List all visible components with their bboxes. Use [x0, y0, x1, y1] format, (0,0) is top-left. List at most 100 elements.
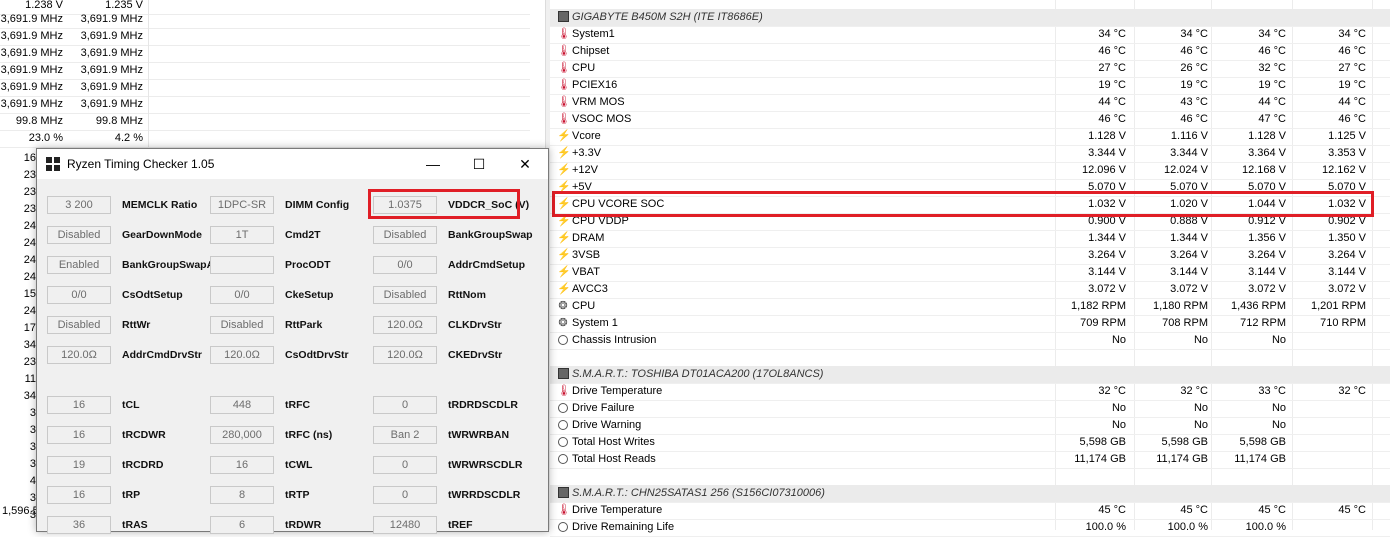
sensor-row[interactable]: ⚡ AVCC3 3.072 V 3.072 V 3.072 V 3.072 V — [550, 281, 1390, 299]
sensor-row[interactable]: 🌡 System1 34 °C 34 °C 34 °C 34 °C — [550, 26, 1390, 44]
sensor-row[interactable]: 🌡 Drive Temperature 32 °C 32 °C 33 °C 32 °C — [550, 383, 1390, 401]
sensor-current-value: 19 °C — [1098, 79, 1126, 91]
chip-icon — [557, 487, 569, 499]
timing-value-field[interactable]: 16 — [47, 396, 111, 414]
timing-value-field[interactable]: 16 — [210, 456, 274, 474]
title-bar[interactable]: Ryzen Timing Checker 1.05 — ☐ ✕ — [37, 149, 548, 179]
sensor-label: Drive Warning — [572, 419, 642, 431]
value-cell: 3 — [29, 441, 36, 453]
timing-value-field[interactable]: 0/0 — [373, 256, 437, 274]
sensor-row[interactable]: ⚡ VBAT 3.144 V 3.144 V 3.144 V 3.144 V — [550, 264, 1390, 282]
sensor-row[interactable]: Total Host Reads 11,174 GB 11,174 GB 11,174… — [550, 451, 1390, 469]
timing-value-field[interactable]: 448 — [210, 396, 274, 414]
highlight-vcore-soc — [552, 191, 1374, 217]
sensor-minimum-value: 3.144 V — [1170, 266, 1208, 278]
sensor-row[interactable]: 🌡 Chipset 46 °C 46 °C 46 °C 46 °C — [550, 43, 1390, 61]
table-row[interactable]: 3,691.9 MHz 3,691.9 MHz — [0, 79, 530, 97]
timing-value-field[interactable]: 0 — [373, 486, 437, 504]
sensor-row[interactable]: ❂ System 1 709 RPM 708 RPM 712 RPM 710 RPM — [550, 315, 1390, 333]
sensor-row[interactable]: ⚡ Vcore 1.128 V 1.116 V 1.128 V 1.125 V — [550, 128, 1390, 146]
highlight-vddcr-soc — [368, 189, 520, 219]
sensor-maximum-value: 47 °C — [1258, 113, 1286, 125]
timing-value-field[interactable]: 280,000 — [210, 426, 274, 444]
sensor-row[interactable]: 🌡 PCIEX16 19 °C 19 °C 19 °C 19 °C — [550, 77, 1390, 95]
status-circle-icon — [557, 436, 569, 448]
timing-value-field[interactable]: 1DPC-SR — [210, 196, 274, 214]
sensor-row[interactable]: ⚡ +3.3V 3.344 V 3.344 V 3.364 V 3.353 V — [550, 145, 1390, 163]
value-cell: 3,691.9 MHz — [0, 13, 63, 25]
sensor-average-value: 3.264 V — [1328, 249, 1366, 261]
value-cell: 3,691.9 MHz — [0, 64, 63, 76]
timing-value-field[interactable]: Disabled — [47, 226, 111, 244]
value-cell: 3,691.9 MHz — [0, 47, 63, 59]
table-row[interactable]: 99.8 MHz 99.8 MHz — [0, 113, 530, 131]
sensor-row[interactable]: ⚡ DRAM 1.344 V 1.344 V 1.356 V 1.350 V — [550, 230, 1390, 248]
table-row[interactable]: 3,691.9 MHz 3,691.9 MHz — [0, 62, 530, 80]
sensor-row[interactable]: Total Host Writes 5,598 GB 5,598 GB 5,598 G… — [550, 434, 1390, 452]
timing-value-field[interactable]: 0/0 — [47, 286, 111, 304]
timing-value-field[interactable]: Disabled — [210, 316, 274, 334]
timing-value-field[interactable]: 16 — [47, 426, 111, 444]
timing-value-field[interactable]: 19 — [47, 456, 111, 474]
timing-value-field[interactable]: Disabled — [373, 286, 437, 304]
table-row[interactable]: 3,691.9 MHz 3,691.9 MHz — [0, 11, 530, 29]
timing-value-field[interactable]: 3 200 — [47, 196, 111, 214]
sensor-group-header[interactable]: S.M.A.R.T.: TOSHIBA DT01ACA200 (17OL8ANC… — [550, 366, 1390, 384]
status-circle-icon — [557, 521, 569, 533]
sensor-row[interactable]: Chassis Intrusion No No No — [550, 332, 1390, 350]
sensor-row[interactable]: ❂ CPU 1,182 RPM 1,180 RPM 1,436 RPM 1,201 RPM — [550, 298, 1390, 316]
sensor-row[interactable]: Drive Failure No No No — [550, 400, 1390, 418]
timing-value-field[interactable] — [210, 256, 274, 274]
timing-value-field[interactable]: 0 — [373, 456, 437, 474]
timing-value-field[interactable]: Ban 2 — [373, 426, 437, 444]
maximize-button[interactable]: ☐ — [456, 149, 502, 179]
sensor-row[interactable]: 🌡 VRM MOS 44 °C 43 °C 44 °C 44 °C — [550, 94, 1390, 112]
sensor-group-header[interactable]: GIGABYTE B450M S2H (ITE IT8686E) — [550, 9, 1390, 27]
timing-value-field[interactable]: 0 — [373, 396, 437, 414]
timing-label: AddrCmdSetup — [448, 259, 525, 271]
sensor-average-value: 46 °C — [1338, 45, 1366, 57]
timing-value-field[interactable]: Enabled — [47, 256, 111, 274]
table-row[interactable]: 3,691.9 MHz 3,691.9 MHz — [0, 96, 530, 114]
sensor-row[interactable]: 🌡 Drive Temperature 45 °C 45 °C 45 °C 45 °C — [550, 502, 1390, 520]
sensor-row[interactable]: 🌡 VSOC MOS 46 °C 46 °C 47 °C 46 °C — [550, 111, 1390, 129]
table-row[interactable]: 23.0 % 4.2 % — [0, 130, 530, 148]
timing-value-field[interactable]: Disabled — [373, 226, 437, 244]
timing-value-field[interactable]: 1T — [210, 226, 274, 244]
timing-value-field[interactable]: 120.0Ω — [47, 346, 111, 364]
timing-label: RttWr — [122, 319, 151, 331]
timing-value-field[interactable]: 12480 — [373, 516, 437, 534]
sensor-minimum-value: No — [1193, 334, 1208, 346]
table-row[interactable]: 3,691.9 MHz 3,691.9 MHz — [0, 28, 530, 46]
timing-value-field[interactable]: 120.0Ω — [373, 346, 437, 364]
sensor-minimum-value: 12.024 V — [1163, 164, 1208, 176]
timing-value-field[interactable]: 36 — [47, 516, 111, 534]
lightning-icon: ⚡ — [557, 147, 571, 159]
sensor-row[interactable]: ⚡ +12V 12.096 V 12.024 V 12.168 V 12.162 V — [550, 162, 1390, 180]
timing-value-field[interactable]: 0/0 — [210, 286, 274, 304]
sensor-row[interactable]: Drive Remaining Life 100.0 % 100.0 % 100.0 … — [550, 519, 1390, 537]
value-cell: 34 — [23, 390, 36, 402]
timing-value-field[interactable]: 16 — [47, 486, 111, 504]
timing-value-field[interactable]: 8 — [210, 486, 274, 504]
close-button[interactable]: ✕ — [502, 149, 548, 179]
sensor-minimum-value: No — [1193, 402, 1208, 414]
minimize-button[interactable]: — — [410, 149, 456, 179]
sensor-group-header[interactable]: S.M.A.R.T.: CHN25SATAS1 256 (S156CI07310… — [550, 485, 1390, 503]
value-cell: 3,691.9 MHz — [80, 47, 143, 59]
timing-value-field[interactable]: 120.0Ω — [373, 316, 437, 334]
timing-value-field[interactable]: Disabled — [47, 316, 111, 334]
sensor-label: 3VSB — [572, 249, 601, 261]
sensor-row[interactable]: 🌡 CPU 27 °C 26 °C 32 °C 27 °C — [550, 60, 1390, 78]
sensor-row[interactable]: Drive Warning No No No — [550, 417, 1390, 435]
sensor-minimum-value: 3.344 V — [1170, 147, 1208, 159]
sensor-average-value: 32 °C — [1338, 385, 1366, 397]
timing-value-field[interactable]: 6 — [210, 516, 274, 534]
sensor-row[interactable]: ⚡ 3VSB 3.264 V 3.264 V 3.264 V 3.264 V — [550, 247, 1390, 265]
value-cell: 99.8 MHz — [95, 115, 143, 127]
sensor-average-value: 12.162 V — [1321, 164, 1366, 176]
timing-value-field[interactable]: 120.0Ω — [210, 346, 274, 364]
sensor-maximum-value: 100.0 % — [1245, 521, 1286, 533]
value-cell: 24 — [23, 271, 36, 283]
table-row[interactable]: 3,691.9 MHz 3,691.9 MHz — [0, 45, 530, 63]
